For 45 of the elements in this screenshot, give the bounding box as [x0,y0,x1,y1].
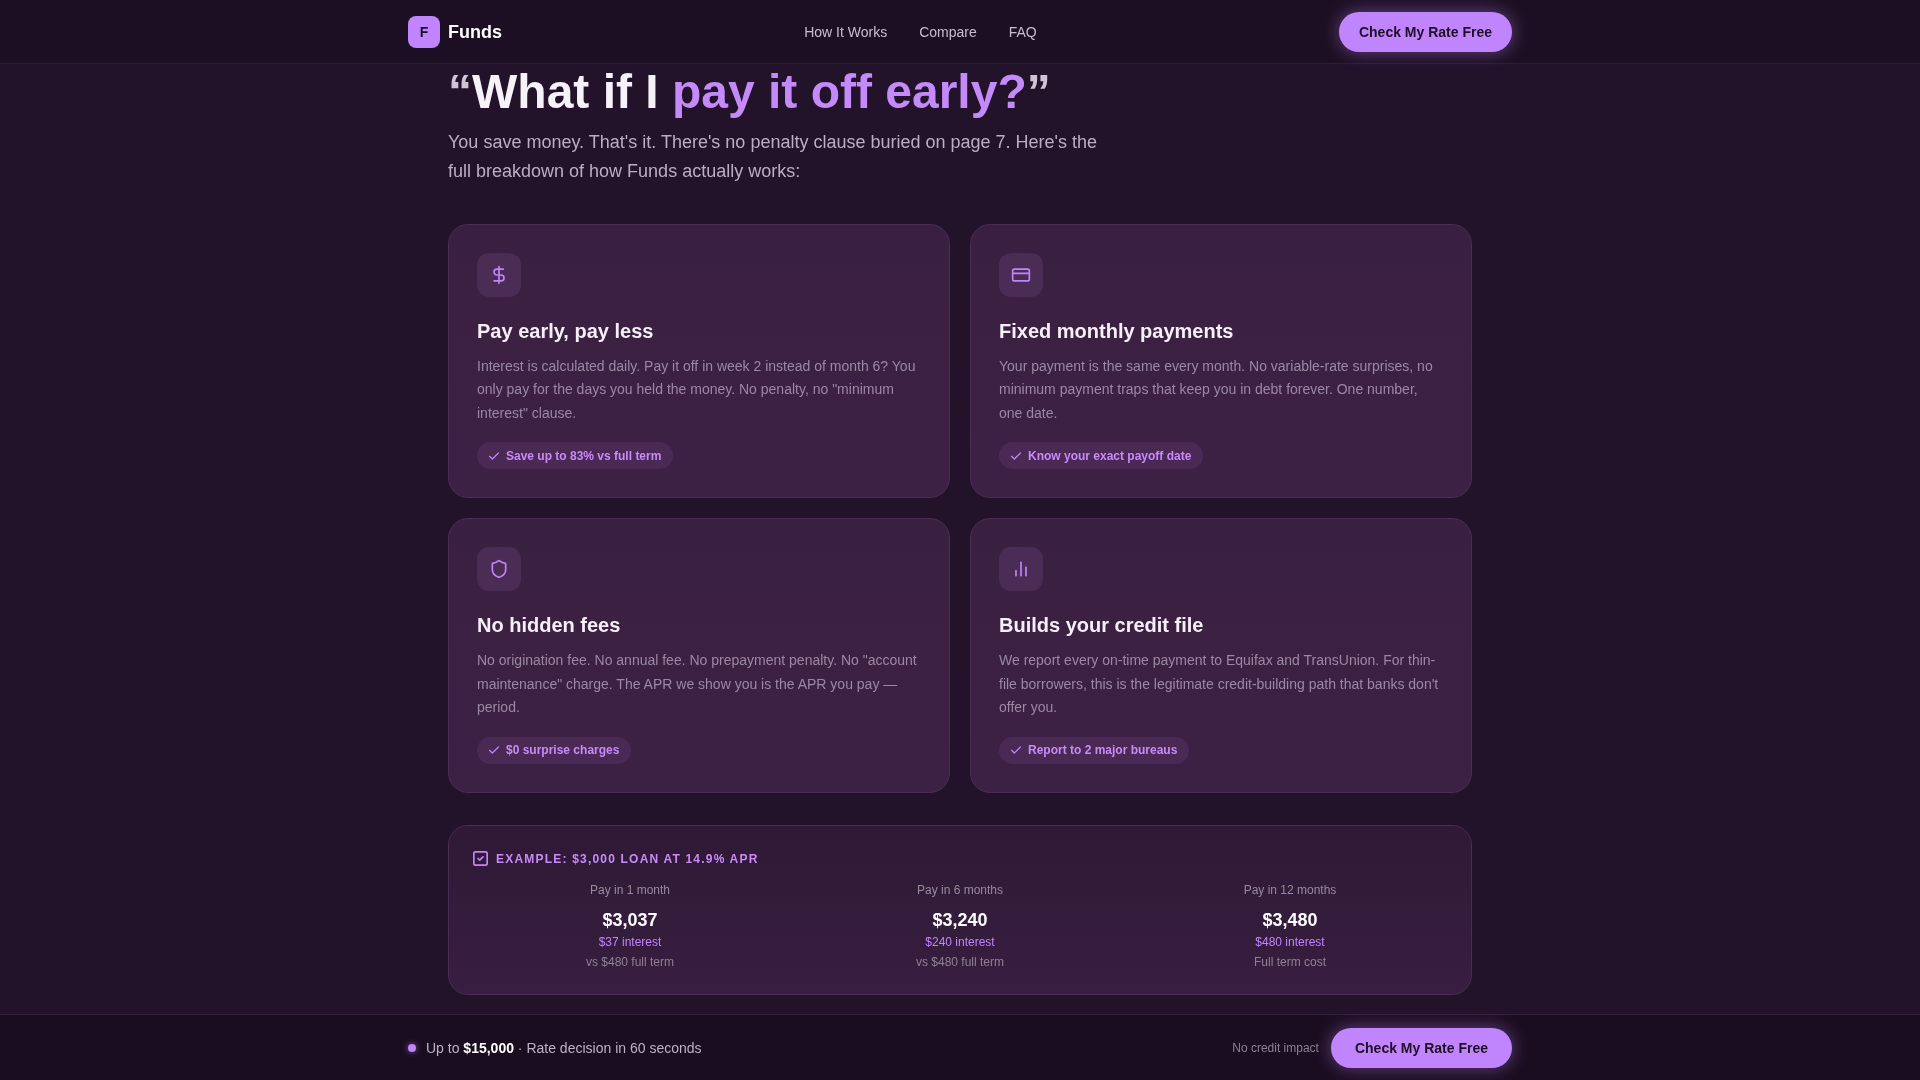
brand-name[interactable]: Funds [448,17,502,46]
credit-card-icon [999,252,1043,297]
nav-link[interactable]: FAQ [1008,21,1037,42]
benefit-tag-label: $0 surprise charges [506,742,620,759]
comparison-text: Full term cost [1254,953,1326,970]
check-square-icon [473,851,488,867]
intro-text: You save money. That's it. There's no penalty clause buried on page 7. Here's the full breakdown of how Funds actually works: [448,131,1099,183]
option-label: Pay in 6 months [916,881,1003,898]
check-icon [489,451,499,460]
option-label: Pay in 12 months [1243,881,1337,898]
offer-summary: Up to $15,000 · Rate decision in 60 seconds [426,1038,702,1058]
comparison-text: vs $480 full term [915,953,1004,970]
benefit-tag-label: Know your exact payoff date [1028,447,1192,464]
feature-title: Fixed monthly payments [999,318,1234,344]
total-amount: $3,480 [1262,908,1318,932]
interest-amount: $37 interest [598,933,662,950]
dollar-icon [477,252,521,297]
total-amount: $3,240 [932,908,988,932]
total-amount: $3,037 [602,908,658,932]
check-icon [489,746,499,755]
bar-chart-icon [999,547,1043,592]
check-rate-button[interactable]: Check My Rate Free [1330,1027,1512,1068]
nav-link[interactable]: Compare [919,21,977,42]
feature-description: We report every on-time payment to Equifax and TransUnion. For thin-file borrowers, this is the legitimate credit-building path that banks don't offer you. [999,651,1440,718]
nav-link[interactable]: How It Works [804,21,888,42]
interest-amount: $240 interest [925,933,995,950]
check-rate-button[interactable]: Check My Rate Free [1338,11,1512,52]
example-title: EXAMPLE: $3,000 LOAN AT 14.9% APR [496,850,759,868]
credit-note: No credit impact [1232,1039,1319,1056]
benefit-tag-label: Report to 2 major bureaus [1028,742,1178,759]
feature-description: Your payment is the same every month. No variable-rate surprises, no minimum payment traps that keep you in debt forever. One number, one date. [999,356,1434,423]
feature-description: No origination fee. No annual fee. No prepayment penalty. No "account maintenance" charge. The APR we show you is the APR you pay — period. [477,651,918,718]
headline: “What if I pay it off early?” [448,68,1052,116]
check-icon [1011,746,1021,755]
feature-title: Builds your credit file [999,613,1204,639]
interest-amount: $480 interest [1255,933,1325,950]
comparison-text: vs $480 full term [585,953,674,970]
shield-icon [477,547,521,592]
logo-mark[interactable]: F [408,15,440,48]
check-icon [1011,451,1021,460]
feature-title: Pay early, pay less [477,318,654,344]
feature-description: Interest is calculated daily. Pay it off in week 2 instead of month 6? You only pay for the days you held the money. No penalty, no "minimum interest" clause. [477,356,917,423]
option-label: Pay in 1 month [589,881,670,898]
feature-title: No hidden fees [477,613,621,639]
benefit-tag-label: Save up to 83% vs full term [506,447,662,464]
